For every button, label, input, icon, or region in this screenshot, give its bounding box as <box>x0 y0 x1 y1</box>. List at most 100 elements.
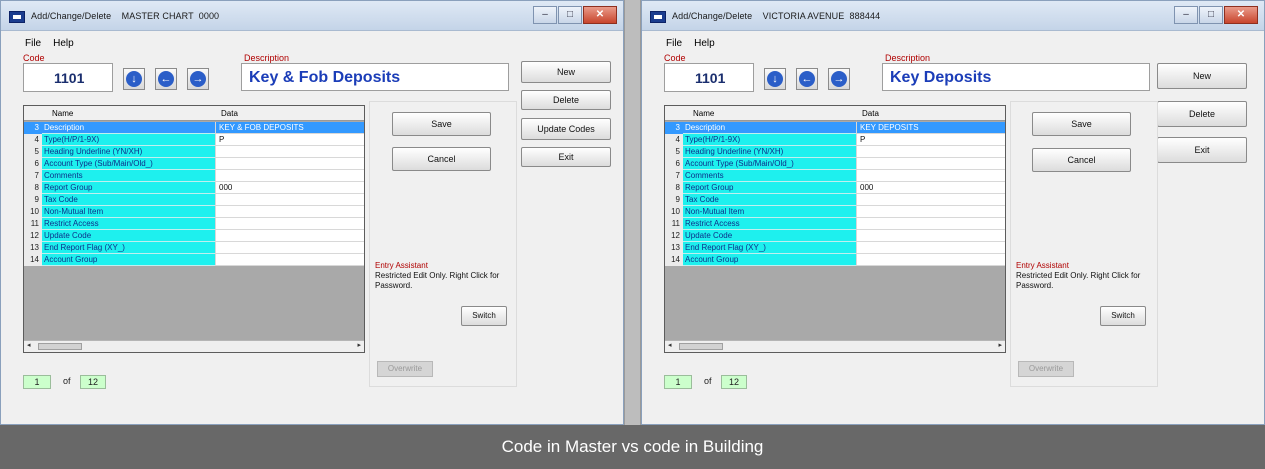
row-field-name[interactable]: Non-Mutual Item <box>42 206 215 218</box>
nav-down-button[interactable]: ↓ <box>764 68 786 90</box>
code-field[interactable]: 1101 <box>664 63 754 92</box>
row-field-name[interactable]: Account Type (Sub/Main/Old_) <box>683 158 856 170</box>
row-field-data[interactable] <box>856 242 1005 254</box>
row-field-name[interactable]: Type(H/P/1-9X) <box>683 134 856 146</box>
table-row[interactable]: 9 Tax Code <box>665 194 1005 206</box>
description-field[interactable]: Key & Fob Deposits <box>241 63 509 91</box>
page-current[interactable]: 1 <box>664 375 692 389</box>
table-row[interactable]: 8 Report Group 000 <box>24 182 364 194</box>
table-row[interactable]: 7 Comments <box>24 170 364 182</box>
horizontal-scrollbar[interactable]: ◂ ▸ <box>665 340 1005 352</box>
table-row[interactable]: 13 End Report Flag (XY_) <box>665 242 1005 254</box>
table-row[interactable]: 10 Non-Mutual Item <box>665 206 1005 218</box>
row-field-name[interactable]: Description <box>683 122 856 134</box>
nav-next-button[interactable]: → <box>187 68 209 90</box>
table-row[interactable]: 14 Account Group <box>665 254 1005 266</box>
table-row[interactable]: 9 Tax Code <box>24 194 364 206</box>
row-field-data[interactable] <box>215 158 364 170</box>
row-field-data[interactable]: P <box>215 134 364 146</box>
table-row[interactable]: 4 Type(H/P/1-9X) P <box>24 134 364 146</box>
row-field-data[interactable] <box>215 230 364 242</box>
table-row[interactable]: 14 Account Group <box>24 254 364 266</box>
row-field-data[interactable]: 000 <box>856 182 1005 194</box>
table-row[interactable]: 11 Restrict Access <box>665 218 1005 230</box>
row-field-data[interactable] <box>856 254 1005 266</box>
row-field-data[interactable] <box>856 206 1005 218</box>
row-field-data[interactable]: 000 <box>215 182 364 194</box>
row-field-data[interactable] <box>215 242 364 254</box>
table-row[interactable]: 6 Account Type (Sub/Main/Old_) <box>24 158 364 170</box>
page-current[interactable]: 1 <box>23 375 51 389</box>
maximize-button[interactable]: □ <box>558 6 582 24</box>
nav-prev-button[interactable]: ← <box>796 68 818 90</box>
table-row[interactable]: 12 Update Code <box>665 230 1005 242</box>
new-button[interactable]: New <box>1157 63 1247 89</box>
row-field-data[interactable] <box>856 218 1005 230</box>
row-field-data[interactable] <box>856 170 1005 182</box>
table-row[interactable]: 7 Comments <box>665 170 1005 182</box>
scroll-right-icon[interactable]: ▸ <box>357 341 361 349</box>
row-field-name[interactable]: Account Type (Sub/Main/Old_) <box>42 158 215 170</box>
minimize-button[interactable]: – <box>533 6 557 24</box>
table-row[interactable]: 10 Non-Mutual Item <box>24 206 364 218</box>
table-row[interactable]: 3 Description KEY DEPOSITS <box>665 122 1005 134</box>
row-field-name[interactable]: End Report Flag (XY_) <box>42 242 215 254</box>
table-row[interactable]: 5 Heading Underline (YN/XH) <box>665 146 1005 158</box>
menu-help[interactable]: Help <box>694 38 715 49</box>
table-row[interactable]: 5 Heading Underline (YN/XH) <box>24 146 364 158</box>
nav-prev-button[interactable]: ← <box>155 68 177 90</box>
exit-button[interactable]: Exit <box>521 147 611 167</box>
delete-button[interactable]: Delete <box>1157 101 1247 127</box>
close-button[interactable]: ✕ <box>583 6 617 24</box>
row-field-name[interactable]: Restrict Access <box>42 218 215 230</box>
row-field-data[interactable] <box>215 170 364 182</box>
row-field-name[interactable]: Description <box>42 122 215 134</box>
menu-file[interactable]: File <box>25 38 41 49</box>
row-field-data[interactable] <box>215 218 364 230</box>
row-field-data[interactable] <box>856 146 1005 158</box>
minimize-button[interactable]: – <box>1174 6 1198 24</box>
nav-down-button[interactable]: ↓ <box>123 68 145 90</box>
menu-help[interactable]: Help <box>53 38 74 49</box>
scroll-right-icon[interactable]: ▸ <box>998 341 1002 349</box>
horizontal-scrollbar[interactable]: ◂ ▸ <box>24 340 364 352</box>
row-field-data[interactable]: KEY & FOB DEPOSITS <box>215 122 364 134</box>
row-field-name[interactable]: Update Code <box>42 230 215 242</box>
row-field-name[interactable]: Update Code <box>683 230 856 242</box>
row-field-data[interactable] <box>856 194 1005 206</box>
row-field-name[interactable]: End Report Flag (XY_) <box>683 242 856 254</box>
scroll-thumb[interactable] <box>38 343 82 350</box>
scroll-left-icon[interactable]: ◂ <box>668 341 672 349</box>
row-field-name[interactable]: Account Group <box>683 254 856 266</box>
row-field-name[interactable]: Restrict Access <box>683 218 856 230</box>
row-field-name[interactable]: Report Group <box>683 182 856 194</box>
row-field-data[interactable]: P <box>856 134 1005 146</box>
table-row[interactable]: 4 Type(H/P/1-9X) P <box>665 134 1005 146</box>
scroll-thumb[interactable] <box>679 343 723 350</box>
description-field[interactable]: Key Deposits <box>882 63 1150 91</box>
code-field[interactable]: 1101 <box>23 63 113 92</box>
row-field-name[interactable]: Heading Underline (YN/XH) <box>42 146 215 158</box>
nav-next-button[interactable]: → <box>828 68 850 90</box>
switch-button[interactable]: Switch <box>1100 306 1146 326</box>
maximize-button[interactable]: □ <box>1199 6 1223 24</box>
table-row[interactable]: 8 Report Group 000 <box>665 182 1005 194</box>
row-field-name[interactable]: Heading Underline (YN/XH) <box>683 146 856 158</box>
row-field-data[interactable] <box>215 206 364 218</box>
row-field-data[interactable] <box>215 146 364 158</box>
table-row[interactable]: 11 Restrict Access <box>24 218 364 230</box>
scroll-left-icon[interactable]: ◂ <box>27 341 31 349</box>
table-row[interactable]: 6 Account Type (Sub/Main/Old_) <box>665 158 1005 170</box>
row-field-data[interactable] <box>856 230 1005 242</box>
switch-button[interactable]: Switch <box>461 306 507 326</box>
table-row[interactable]: 12 Update Code <box>24 230 364 242</box>
update-codes-button[interactable]: Update Codes <box>521 118 611 140</box>
row-field-data[interactable] <box>215 194 364 206</box>
row-field-name[interactable]: Report Group <box>42 182 215 194</box>
row-field-data[interactable]: KEY DEPOSITS <box>856 122 1005 134</box>
delete-button[interactable]: Delete <box>521 90 611 110</box>
row-field-name[interactable]: Tax Code <box>42 194 215 206</box>
row-field-name[interactable]: Comments <box>683 170 856 182</box>
row-field-data[interactable] <box>215 254 364 266</box>
row-field-name[interactable]: Account Group <box>42 254 215 266</box>
